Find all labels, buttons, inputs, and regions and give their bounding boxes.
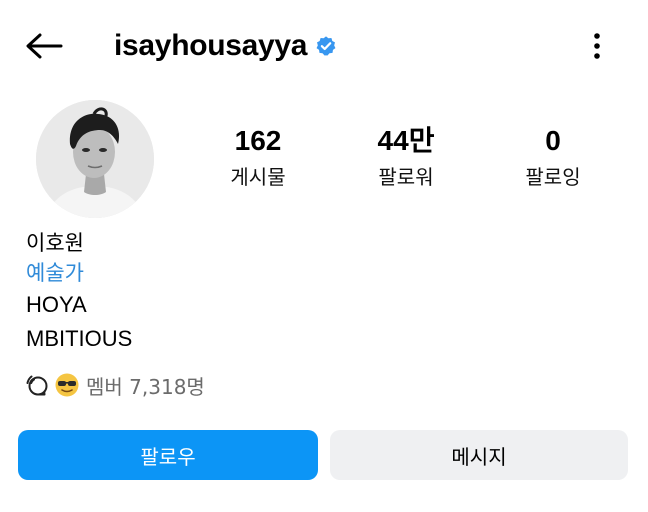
posts-stat[interactable]: 162 게시물	[198, 124, 318, 192]
followers-stat[interactable]: 44만 팔로워	[346, 124, 466, 192]
bio-line: HOYA	[26, 292, 87, 317]
posts-label: 게시물	[230, 165, 286, 189]
more-options-button[interactable]	[580, 26, 614, 66]
verified-badge-icon	[315, 35, 337, 57]
followers-count: 44만	[377, 125, 435, 156]
avatar[interactable]	[36, 100, 154, 218]
back-button[interactable]	[22, 26, 66, 66]
following-label: 팔로잉	[525, 165, 581, 189]
broadcast-channel-link[interactable]: 멤버 7,318명	[24, 370, 205, 400]
channel-members: 멤버 7,318명	[86, 374, 205, 399]
profile-name: 이호원	[26, 231, 84, 255]
broadcast-channel-icon	[24, 372, 50, 398]
follow-button[interactable]: 팔로우	[18, 430, 318, 480]
sunglasses-emoji-icon	[54, 372, 80, 398]
arrow-left-icon	[26, 33, 63, 59]
profile-category[interactable]: 예술가	[26, 260, 84, 286]
followers-label: 팔로워	[378, 165, 434, 189]
username-header: isayhousayya	[114, 22, 337, 70]
profile-page: isayhousayya 162 게시물 44만 팔로워 0 팔로잉 이호원 예…	[0, 0, 648, 512]
username: isayhousayya	[114, 29, 308, 62]
bio-line: MBITIOUS	[26, 326, 133, 351]
profile-photo	[36, 100, 154, 218]
more-vertical-icon	[594, 33, 600, 59]
message-button[interactable]: 메시지	[330, 430, 628, 480]
following-count: 0	[545, 125, 561, 156]
posts-count: 162	[234, 125, 282, 156]
following-stat[interactable]: 0 팔로잉	[493, 124, 613, 192]
